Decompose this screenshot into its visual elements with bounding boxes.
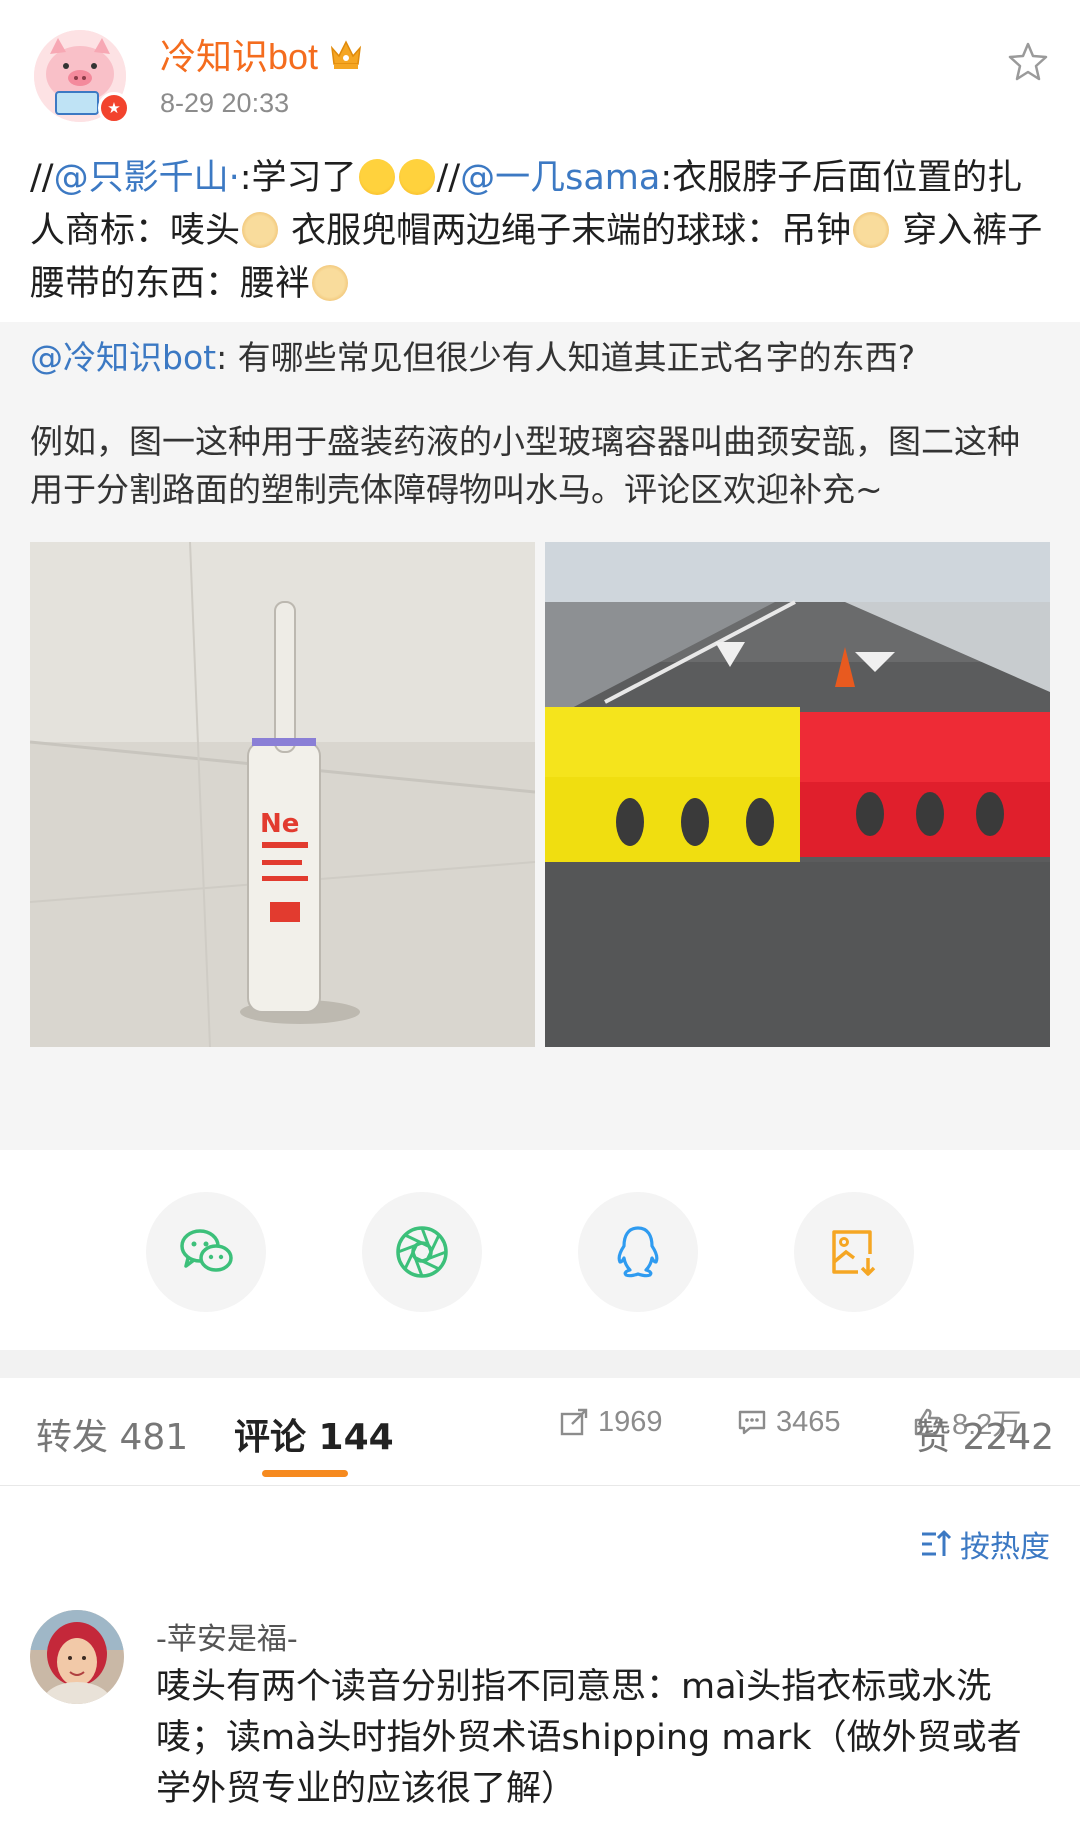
share-moments-button[interactable] <box>362 1192 482 1312</box>
share-row <box>0 1150 1080 1350</box>
favorite-star-icon[interactable] <box>1006 40 1050 84</box>
comment-text: 唛头有两个读音分别指不同意思：maì头指衣标或水洗唛；读mà头时指外贸术语shi… <box>156 1667 1022 1809</box>
sort-by-hot-button[interactable]: 按热度 <box>918 1522 1050 1566</box>
wechat-icon <box>180 1229 233 1272</box>
quoted-mention-link[interactable]: @冷知识bot <box>30 338 216 377</box>
username-row: 冷知识bot <box>160 28 366 80</box>
qq-icon <box>617 1226 659 1278</box>
quoted-paragraph: 例如，图一这种用于盛装药液的小型玻璃容器叫曲颈安瓿，图二这种用于分割路面的塑制壳… <box>30 422 1020 509</box>
doge-emoji-icon <box>242 212 279 248</box>
username[interactable]: 冷知识bot <box>160 28 318 80</box>
quoted-line1: @冷知识bot: 有哪些常见但很少有人知道其正式名字的东西? <box>30 334 1050 382</box>
commenter-avatar[interactable] <box>30 1610 124 1704</box>
save-image-button[interactable] <box>794 1192 914 1312</box>
quoted-post[interactable]: @冷知识bot: 有哪些常见但很少有人知道其正式名字的东西? 例如，图一这种用于… <box>0 322 1080 1441</box>
commenter-name[interactable]: -苹安是福- <box>156 1614 298 1658</box>
doge-emoji-icon <box>853 212 890 248</box>
mention-link[interactable]: @一几sama <box>460 158 660 198</box>
tab-like[interactable]: 赞 2242 <box>915 1408 1054 1460</box>
moments-icon <box>396 1226 448 1278</box>
active-tab-indicator <box>262 1470 348 1477</box>
share-wechat-button[interactable] <box>146 1192 266 1312</box>
post-body: //@只影千山·:学习了//@一几sama:衣服脖子后面位置的扎人商标：唛头 衣… <box>30 152 1050 311</box>
shocked-emoji-icon <box>398 159 435 195</box>
quoted-text: : 有哪些常见但很少有人知道其正式名字的东西? <box>216 338 916 377</box>
water-barrier-image[interactable] <box>545 542 1050 1047</box>
post-text: 衣服兜帽两边绳子末端的球球：吊钟 <box>280 211 852 251</box>
sort-icon <box>922 1530 952 1556</box>
shocked-emoji-icon <box>358 159 395 195</box>
ampoule-image[interactable]: Ne <box>30 542 535 1047</box>
share-qq-button[interactable] <box>578 1192 698 1312</box>
tab-comment[interactable]: 评论 144 <box>234 1408 394 1460</box>
water-barrier-photo <box>545 542 1050 1047</box>
mention-link[interactable]: @只影千山· <box>54 158 240 198</box>
sort-label: 按热度 <box>960 1530 1050 1565</box>
verified-badge-icon: ★ <box>98 92 130 124</box>
doge-emoji-icon <box>312 265 349 301</box>
repost-prefix: // <box>30 158 54 198</box>
comment-item[interactable]: -苹安是福- 唛头有两个读音分别指不同意思：maì头指衣标或水洗唛；读mà头时指… <box>0 1600 1080 1824</box>
interaction-tabs: 转发 481 评论 144 赞 2242 <box>0 1378 1080 1486</box>
post-timestamp: 8-29 20:33 <box>160 88 290 118</box>
svg-text:Ne: Ne <box>260 809 299 839</box>
save-image-icon <box>832 1230 876 1276</box>
vip-crown-icon <box>330 40 362 69</box>
commenter-photo <box>30 1610 124 1704</box>
post-text: :学习了 <box>239 158 357 198</box>
ampoule-photo: Ne <box>30 542 535 1047</box>
section-divider <box>0 1350 1080 1378</box>
tab-repost[interactable]: 转发 481 <box>36 1408 188 1460</box>
post-header: ★ 冷知识bot 8-29 20:33 <box>0 0 1080 140</box>
repost-separator: // <box>436 158 461 198</box>
